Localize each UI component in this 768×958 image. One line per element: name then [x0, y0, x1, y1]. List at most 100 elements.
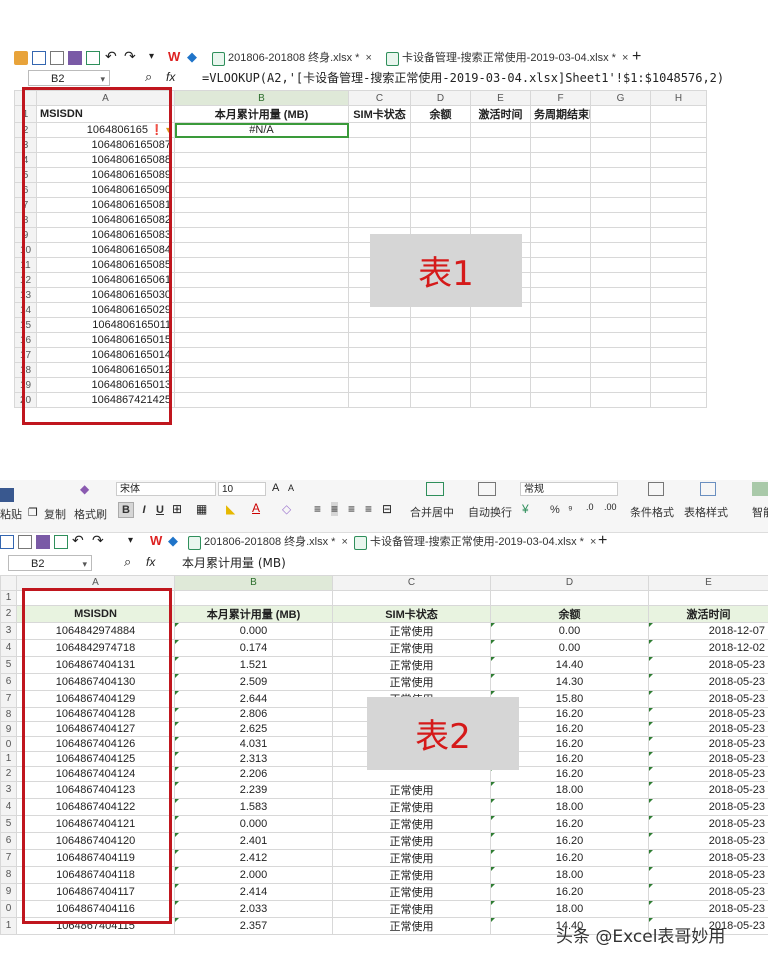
empty-cell[interactable] — [490, 589, 649, 606]
empty-cell[interactable] — [530, 152, 591, 168]
empty-cell[interactable] — [530, 137, 591, 153]
zoom-lookup-icon[interactable]: ⌕ — [145, 69, 152, 85]
empty-cell[interactable] — [650, 362, 707, 378]
empty-cell[interactable] — [174, 377, 349, 393]
fill-color-icon[interactable]: ◣ — [226, 502, 235, 516]
activation-date-cell[interactable]: 2018-05-23 — [648, 706, 768, 723]
customize-toolbar-icon[interactable]: ▾ — [128, 535, 133, 546]
empty-cell[interactable] — [410, 317, 471, 333]
empty-cell[interactable] — [410, 332, 471, 348]
empty-cell[interactable] — [590, 212, 651, 228]
increase-decimal-icon[interactable]: .0 — [586, 502, 594, 512]
empty-cell[interactable] — [470, 197, 531, 213]
empty-cell[interactable] — [470, 377, 531, 393]
activation-date-cell[interactable]: 2018-05-23 — [648, 797, 768, 816]
usage-cell[interactable]: 2.509 — [174, 672, 333, 691]
empty-cell[interactable] — [470, 212, 531, 228]
usage-cell[interactable]: 2.806 — [174, 706, 333, 723]
export-pdf-icon[interactable] — [86, 51, 100, 65]
conditional-format-icon[interactable] — [648, 482, 664, 496]
column-header-h[interactable]: H — [650, 90, 707, 106]
column-header-b[interactable]: B — [174, 575, 333, 591]
italic-button[interactable]: I — [136, 502, 152, 518]
open-folder-icon[interactable] — [14, 51, 28, 65]
balance-cell[interactable]: 16.20 — [490, 882, 649, 901]
empty-cell[interactable] — [332, 589, 491, 606]
activation-date-cell[interactable]: 2018-05-23 — [648, 814, 768, 833]
row-header[interactable]: 2 — [0, 604, 17, 623]
undo-icon[interactable]: ↶ — [72, 532, 84, 549]
activation-date-cell[interactable]: 2018-05-23 — [648, 882, 768, 901]
empty-cell[interactable] — [590, 137, 651, 153]
empty-cell[interactable] — [174, 197, 349, 213]
align-right-icon[interactable]: ≡ — [348, 502, 355, 516]
empty-cell[interactable] — [530, 182, 591, 198]
empty-cell[interactable] — [590, 257, 651, 273]
column-header-d[interactable]: D — [490, 575, 649, 591]
usage-cell[interactable]: 2.414 — [174, 882, 333, 901]
conditional-format-button[interactable]: 条件格式 — [630, 504, 674, 520]
header-cell[interactable]: 本月累计用量 (MB) — [174, 604, 333, 623]
activation-date-cell[interactable]: 2018-05-23 — [648, 689, 768, 708]
empty-cell[interactable] — [174, 272, 349, 288]
paste-button[interactable]: 粘贴 — [0, 506, 22, 522]
empty-cell[interactable] — [650, 377, 707, 393]
row-header[interactable]: 9 — [0, 882, 17, 901]
wps-logo-icon[interactable]: W — [168, 49, 180, 64]
smart-tools-icon[interactable] — [752, 482, 768, 496]
format-painter-button[interactable]: 格式刷 — [74, 506, 107, 522]
empty-cell[interactable] — [650, 122, 707, 138]
empty-cell[interactable] — [470, 347, 531, 363]
usage-cell[interactable]: 2.033 — [174, 899, 333, 918]
empty-cell[interactable] — [530, 122, 591, 138]
empty-cell[interactable] — [590, 362, 651, 378]
row-header[interactable]: 1 — [0, 916, 17, 935]
empty-cell[interactable] — [530, 242, 591, 258]
column-header-f[interactable]: F — [530, 90, 591, 106]
empty-cell[interactable] — [590, 152, 651, 168]
empty-cell[interactable] — [590, 302, 651, 318]
formula-input-1[interactable]: =VLOOKUP(A2,'[卡设备管理-搜索正常使用-2019-03-04.xl… — [202, 70, 768, 86]
usage-cell[interactable]: 2.357 — [174, 916, 333, 935]
empty-cell[interactable] — [530, 197, 591, 213]
sim-status-cell[interactable]: 正常使用 — [332, 831, 491, 850]
empty-cell[interactable] — [174, 317, 349, 333]
empty-cell[interactable] — [410, 137, 471, 153]
underline-button[interactable]: U — [152, 502, 168, 518]
justify-icon[interactable]: ≡ — [365, 502, 372, 516]
empty-cell[interactable] — [530, 257, 591, 273]
empty-cell[interactable] — [650, 105, 707, 123]
header-cell[interactable]: SIM卡状态 — [332, 604, 491, 623]
fill-pattern-icon[interactable]: ▦ — [196, 502, 207, 516]
wrap-text-icon[interactable] — [478, 482, 496, 496]
empty-cell[interactable] — [530, 332, 591, 348]
cloud-cube-icon[interactable]: ◆ — [168, 533, 178, 549]
sim-status-cell[interactable]: 正常使用 — [332, 672, 491, 691]
empty-cell[interactable] — [410, 377, 471, 393]
table-style-button[interactable]: 表格样式 — [684, 504, 728, 520]
smart-tools-button[interactable]: 智能 — [752, 504, 768, 520]
empty-cell[interactable] — [590, 392, 651, 408]
activation-date-cell[interactable]: 2018-05-23 — [648, 865, 768, 884]
empty-cell[interactable] — [530, 317, 591, 333]
column-header-e[interactable]: E — [648, 575, 768, 591]
empty-cell[interactable] — [650, 317, 707, 333]
empty-cell[interactable] — [470, 392, 531, 408]
usage-cell[interactable]: 2.401 — [174, 831, 333, 850]
merge-center-button[interactable]: 合并居中 — [410, 504, 454, 520]
zoom-lookup-icon[interactable]: ⌕ — [124, 554, 131, 570]
font-grow-icon[interactable]: A — [272, 482, 279, 494]
align-center-icon[interactable]: ≡ — [331, 502, 339, 516]
empty-cell[interactable] — [650, 392, 707, 408]
sim-status-cell[interactable]: 正常使用 — [332, 655, 491, 674]
empty-cell[interactable] — [650, 152, 707, 168]
empty-cell[interactable] — [470, 152, 531, 168]
empty-cell[interactable] — [650, 212, 707, 228]
table-style-icon[interactable] — [700, 482, 716, 496]
empty-cell[interactable] — [650, 287, 707, 303]
empty-cell[interactable] — [410, 362, 471, 378]
chevron-down-icon[interactable]: ▾ — [100, 71, 105, 87]
empty-cell[interactable] — [410, 212, 471, 228]
empty-cell[interactable] — [530, 227, 591, 243]
select-all-corner[interactable] — [0, 575, 17, 591]
